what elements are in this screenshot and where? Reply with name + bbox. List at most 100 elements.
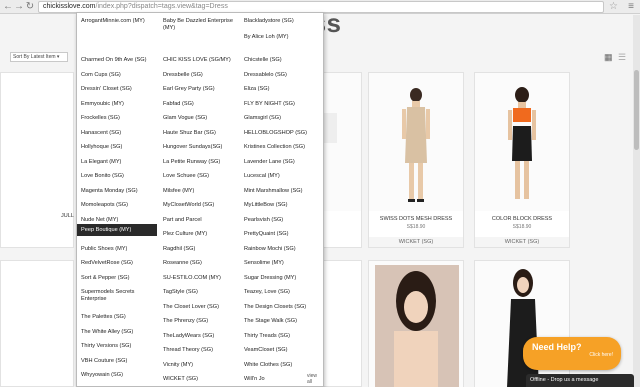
brand-menu-item[interactable]: WICKET (SG) <box>159 376 239 383</box>
brand-menu-item[interactable]: Frockelles (SG) <box>77 115 157 122</box>
brand-menu-item[interactable]: La Elegant (MY) <box>77 159 157 166</box>
brand-menu-item[interactable]: Part and Parcel <box>159 217 239 224</box>
brand-menu-item[interactable]: Plez Culture (MY) <box>159 231 239 238</box>
brand-menu-item[interactable]: RedVelvetRose (SG) <box>77 260 157 267</box>
product-photo <box>369 261 463 387</box>
product-card[interactable]: SWISS DOTS MESH DRESS S$18.90 WICKET (SG… <box>368 72 464 248</box>
brand-menu-item[interactable]: The Design Closets (SG) <box>240 304 320 311</box>
brand-menu-item[interactable]: Emmyoubic (MY) <box>77 101 157 108</box>
brand-menu-item[interactable]: Nude Net (MY) <box>77 217 157 224</box>
brand-menu-item[interactable]: The Stage Walk (SG) <box>240 318 320 325</box>
brand-menu-item[interactable]: White Clothes (SG) <box>240 362 320 369</box>
brand-label[interactable]: WICKET (SG) <box>475 237 569 247</box>
brand-menu-item[interactable]: Public Shoes (MY) <box>77 246 157 253</box>
brand-menu-item[interactable]: Thirty Versions (SG) <box>77 343 157 350</box>
grid-view-icon[interactable]: ▦ <box>604 52 613 63</box>
brand-menu-item[interactable]: La Petite Runway (SG) <box>159 159 239 166</box>
brand-menu-item[interactable]: The White Alley (SG) <box>77 329 157 336</box>
brand-menu-item[interactable]: Dressablelo (SG) <box>240 72 320 79</box>
brand-menu-item[interactable]: Blackladystore (SG) <box>240 18 320 25</box>
product-card-partial[interactable]: JULL <box>0 72 74 248</box>
brand-menu-item[interactable]: The Phrenzy (SG) <box>159 318 239 325</box>
brand-menu-item[interactable]: ArrogantMinnie.com (MY) <box>77 18 157 25</box>
brand-menu-item[interactable]: Momoleapots (SG) <box>77 202 157 209</box>
page-scrollbar[interactable] <box>633 15 640 387</box>
sort-select[interactable]: Sort By Latest Item ▾ <box>10 52 68 62</box>
offline-chat-bar[interactable]: Offline - Drop us a message <box>526 374 634 387</box>
brand-menu-item[interactable]: FLY BY NIGHT (SG) <box>240 101 320 108</box>
brand-menu-item[interactable]: Hanascent (SG) <box>77 130 157 137</box>
brand-menu-item[interactable]: Earl Grey Party (SG) <box>159 86 239 93</box>
brand-menu-item[interactable]: Magenta Monday (SG) <box>77 188 157 195</box>
brand-menu-item[interactable]: Love Bonito (SG) <box>77 173 157 180</box>
brand-menu-item[interactable]: Haute Shuz Bar (SG) <box>159 130 239 137</box>
model-color-block-dress-photo <box>508 87 536 199</box>
brand-menu-item[interactable]: The Closet Lover (SG) <box>159 304 239 311</box>
brand-menu-item[interactable]: Supermodels Secrets Enterprise <box>77 289 151 302</box>
brand-menu-item[interactable]: Baby Be Dazzled Enterprise (MY) <box>159 18 233 31</box>
brand-menu-item[interactable]: Mint Marshmallow (SG) <box>240 188 320 195</box>
url-host: chickisslove.com <box>43 3 96 10</box>
brand-menu-item[interactable]: Hollyhoque (SG) <box>77 144 157 151</box>
product-name[interactable]: SWISS DOTS MESH DRESS <box>369 216 463 222</box>
brand-menu-item[interactable]: MyLittleBow (SG) <box>240 202 320 209</box>
brand-menu-item[interactable]: CHIC KISS LOVE (SG/MY) <box>159 57 239 64</box>
brand-menu-item[interactable]: Milsfee (MY) <box>159 188 239 195</box>
product-card[interactable] <box>368 260 464 387</box>
brand-menu-item[interactable]: HELLOBLOGSHOP (SG) <box>240 130 320 137</box>
brand-menu-item[interactable]: Dressin' Closet (SG) <box>77 86 157 93</box>
product-card[interactable]: COLOR BLOCK DRESS S$18.90 WICKET (SG) <box>474 72 570 248</box>
brand-menu-item[interactable]: VeamCloset (SG) <box>240 347 320 354</box>
brand-dropdown-menu: ArrogantMinnie.com (MY) Charmed On 9th Av… <box>76 12 324 387</box>
brand-menu-item[interactable]: By Alice Loh (MY) <box>240 34 320 41</box>
brand-menu-item[interactable]: Fabfad (SG) <box>159 101 239 108</box>
brand-menu-item[interactable]: The Palettes (SG) <box>77 314 157 321</box>
brand-menu-item[interactable]: Sort & Pepper (SG) <box>77 275 157 282</box>
brand-menu-item[interactable]: Hungover Sundays(SG) <box>159 144 239 151</box>
brand-menu-item[interactable]: Teazey, Love (SG) <box>240 289 320 296</box>
product-card-partial[interactable] <box>0 260 74 387</box>
brand-menu-item[interactable]: Rainbow Mochi (SG) <box>240 246 320 253</box>
brand-menu-item[interactable]: Vicnity (MY) <box>159 362 239 369</box>
browser-menu-icon[interactable]: ≡ <box>628 1 634 13</box>
brand-menu-item[interactable]: Sugar Dressing (MY) <box>240 275 320 282</box>
brand-menu-item[interactable]: Pearlsvish (SG) <box>240 217 320 224</box>
brand-label[interactable]: WICKET (SG) <box>369 237 463 247</box>
brand-menu-item[interactable]: Thread Theory (SG) <box>159 347 239 354</box>
brand-menu-item[interactable]: Chicstelle (SG) <box>240 57 320 64</box>
model-photo-icon <box>375 265 459 387</box>
url-path: /index.php?dispatch=tags.view&tag=Dress <box>95 3 228 10</box>
brand-menu-item[interactable]: Glam Vogue (SG) <box>159 115 239 122</box>
brand-menu-item[interactable]: Peep Boutique (MY) <box>77 224 157 236</box>
brand-menu-item[interactable]: Eliza (SG) <box>240 86 320 93</box>
brand-menu-item[interactable]: Roseanne (SG) <box>159 260 239 267</box>
bookmark-star-icon[interactable]: ☆ <box>609 1 618 13</box>
brand-menu-item[interactable]: Love Schuee (SG) <box>159 173 239 180</box>
brand-menu-item[interactable]: Glamsgirl (SG) <box>240 115 320 122</box>
brand-menu-item[interactable]: TheLadyWears (SG) <box>159 333 239 340</box>
brand-menu-item[interactable]: VBH Couture (SG) <box>77 358 157 365</box>
brand-menu-item[interactable]: Charmed On 9th Ave (SG) <box>77 57 157 64</box>
brand-menu-item[interactable]: Kristines Collection (SG) <box>240 144 320 151</box>
brand-menu-item[interactable]: Sensolime (MY) <box>240 260 320 267</box>
view-all-link[interactable]: view all <box>307 373 323 385</box>
back-icon[interactable]: ← <box>3 1 13 13</box>
brand-menu-item[interactable]: Lavender Lane (SG) <box>240 159 320 166</box>
brand-menu-item[interactable]: Dressbelle (SG) <box>159 72 239 79</box>
brand-menu-item[interactable]: MyClosetWorld (SG) <box>159 202 239 209</box>
brand-menu-item[interactable]: PrettyQuaint (SG) <box>240 231 320 238</box>
brand-menu-item[interactable]: TagStyle (SG) <box>159 289 239 296</box>
model-beige-dress-photo <box>402 88 430 202</box>
list-view-icon[interactable]: ☰ <box>618 52 626 63</box>
brand-menu-item[interactable]: SU-ESTILO.COM (MY) <box>159 275 239 282</box>
brand-menu-item[interactable]: Com Cups (SG) <box>77 72 157 79</box>
product-name[interactable]: COLOR BLOCK DRESS <box>475 216 569 222</box>
forward-icon[interactable]: → <box>14 1 24 13</box>
brand-menu-item[interactable]: Thirty Treads (SG) <box>240 333 320 340</box>
need-help-chat-button[interactable]: Need Help? Click here! <box>523 337 621 370</box>
brand-menu-item[interactable]: Lucescal (MY) <box>240 173 320 180</box>
brand-menu-item[interactable]: Whyyowain (SG) <box>77 372 157 379</box>
brand-menu-item[interactable]: Ragdhil (SG) <box>159 246 239 253</box>
reload-icon[interactable]: ↻ <box>25 1 35 13</box>
scrollbar-thumb[interactable] <box>634 70 639 150</box>
